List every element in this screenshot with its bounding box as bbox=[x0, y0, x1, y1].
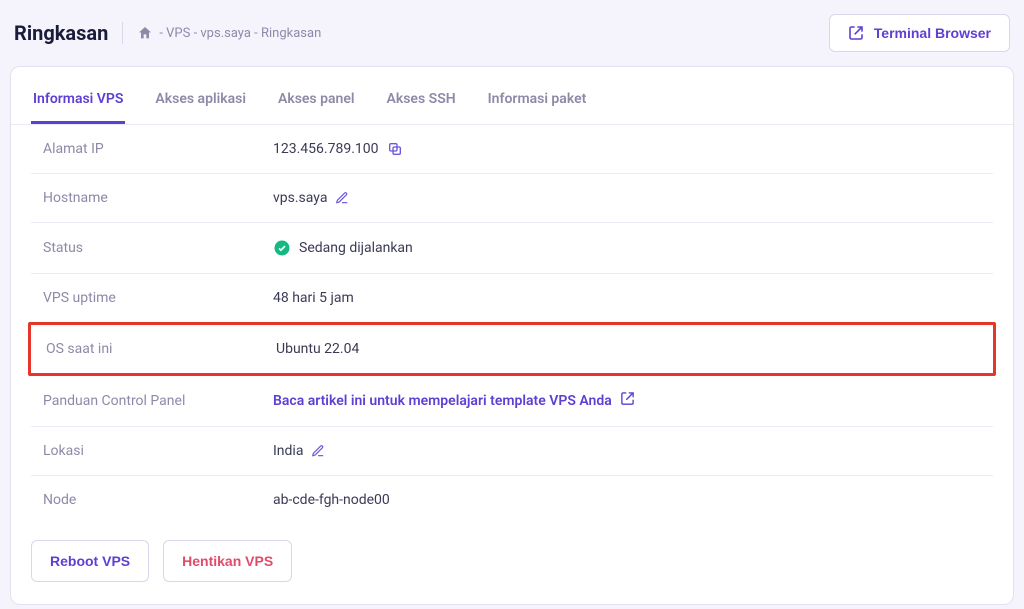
tab-akses-ssh[interactable]: Akses SSH bbox=[385, 83, 458, 124]
tab-informasi-vps[interactable]: Informasi VPS bbox=[31, 83, 125, 124]
value-hostname-text: vps.saya bbox=[273, 190, 327, 206]
info-list: Alamat IP 123.456.789.100 Hostname vps.s… bbox=[11, 125, 1013, 524]
value-status-text: Sedang dijalankan bbox=[299, 240, 413, 256]
value-alamat-ip: 123.456.789.100 bbox=[273, 141, 403, 157]
value-panduan-text: Baca artikel ini untuk mempelajari templ… bbox=[273, 393, 612, 409]
reboot-button[interactable]: Reboot VPS bbox=[31, 540, 149, 582]
page-title: Ringkasan bbox=[14, 21, 108, 45]
value-uptime: 48 hari 5 jam bbox=[273, 290, 354, 306]
value-hostname: vps.saya bbox=[273, 190, 349, 206]
value-lokasi-text: India bbox=[273, 443, 303, 459]
label-hostname: Hostname bbox=[43, 190, 273, 206]
external-link-icon bbox=[848, 25, 864, 41]
copy-icon[interactable] bbox=[387, 141, 403, 157]
value-alamat-ip-text: 123.456.789.100 bbox=[273, 141, 379, 157]
row-node: Node ab-cde-fgh-node00 bbox=[31, 476, 993, 524]
row-lokasi: Lokasi India bbox=[31, 427, 993, 476]
tabs: Informasi VPS Akses aplikasi Akses panel… bbox=[11, 67, 1013, 125]
edit-icon[interactable] bbox=[311, 444, 325, 458]
value-status: Sedang dijalankan bbox=[273, 239, 413, 257]
breadcrumb-text: - VPS - vps.saya - Ringkasan bbox=[159, 26, 321, 41]
row-panduan: Panduan Control Panel Baca artikel ini u… bbox=[31, 375, 993, 427]
top-bar: Ringkasan - VPS - vps.saya - Ringkasan T… bbox=[10, 14, 1014, 66]
value-lokasi: India bbox=[273, 443, 325, 459]
value-os: Ubuntu 22.04 bbox=[276, 341, 359, 357]
value-node: ab-cde-fgh-node00 bbox=[273, 492, 390, 508]
label-uptime: VPS uptime bbox=[43, 290, 273, 306]
home-icon bbox=[137, 25, 153, 41]
check-circle-icon bbox=[273, 239, 291, 257]
actions: Reboot VPS Hentikan VPS bbox=[11, 524, 1013, 604]
tab-akses-aplikasi[interactable]: Akses aplikasi bbox=[153, 83, 248, 124]
label-alamat-ip: Alamat IP bbox=[43, 141, 273, 157]
row-hostname: Hostname vps.saya bbox=[31, 174, 993, 223]
row-os-highlighted: OS saat ini Ubuntu 22.04 bbox=[28, 322, 996, 376]
label-node: Node bbox=[43, 492, 273, 508]
terminal-button-label: Terminal Browser bbox=[874, 25, 991, 41]
label-status: Status bbox=[43, 240, 273, 256]
divider bbox=[122, 22, 123, 44]
row-status: Status Sedang dijalankan bbox=[31, 223, 993, 274]
breadcrumb[interactable]: - VPS - vps.saya - Ringkasan bbox=[137, 25, 321, 41]
terminal-browser-button[interactable]: Terminal Browser bbox=[829, 14, 1010, 52]
info-card: Informasi VPS Akses aplikasi Akses panel… bbox=[10, 66, 1014, 605]
row-alamat-ip: Alamat IP 123.456.789.100 bbox=[31, 125, 993, 174]
value-panduan[interactable]: Baca artikel ini untuk mempelajari templ… bbox=[273, 391, 635, 410]
stop-button[interactable]: Hentikan VPS bbox=[163, 540, 292, 582]
top-left: Ringkasan - VPS - vps.saya - Ringkasan bbox=[14, 21, 321, 45]
external-link-icon bbox=[620, 391, 635, 410]
tab-informasi-paket[interactable]: Informasi paket bbox=[486, 83, 589, 124]
label-os: OS saat ini bbox=[46, 341, 276, 357]
edit-icon[interactable] bbox=[335, 191, 349, 205]
row-uptime: VPS uptime 48 hari 5 jam bbox=[31, 274, 993, 323]
label-lokasi: Lokasi bbox=[43, 443, 273, 459]
tab-akses-panel[interactable]: Akses panel bbox=[276, 83, 357, 124]
label-panduan: Panduan Control Panel bbox=[43, 393, 273, 409]
